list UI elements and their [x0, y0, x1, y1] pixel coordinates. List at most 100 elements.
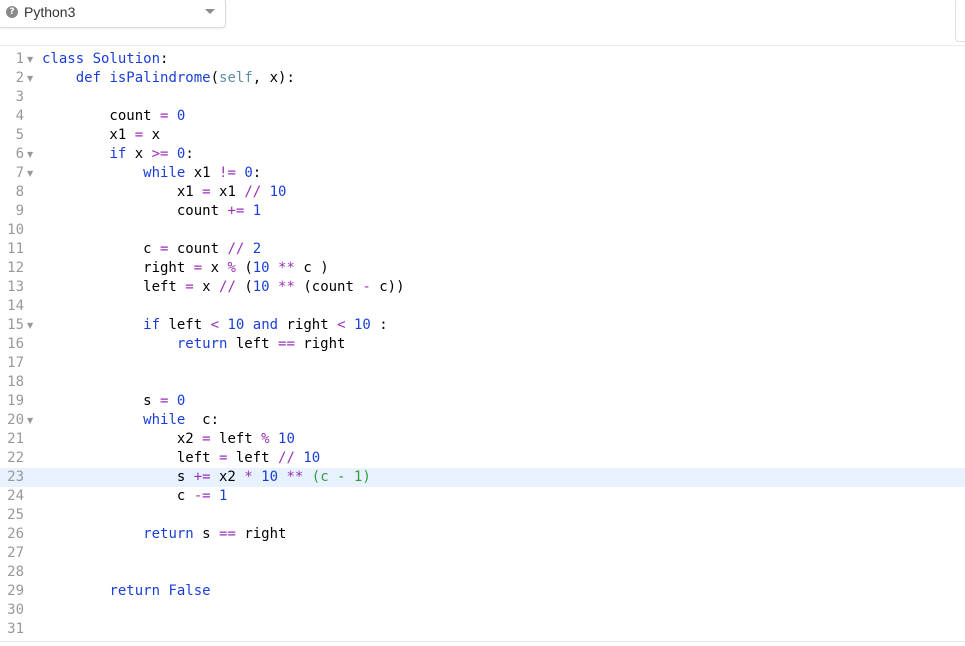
question-circle-icon: ?: [6, 6, 18, 18]
code-token: False: [168, 583, 211, 599]
code-line[interactable]: 19 s = 0: [0, 392, 965, 411]
code-line[interactable]: 31: [0, 620, 965, 639]
code-line[interactable]: 11 c = count // 2: [0, 240, 965, 259]
code-token: 10: [303, 450, 321, 466]
code-token: x1: [210, 184, 245, 200]
code-line[interactable]: 3: [0, 88, 965, 107]
code-text: count += 1: [42, 202, 261, 221]
line-number: 11: [7, 241, 24, 257]
line-number: 8: [15, 184, 24, 200]
code-text: count = 0: [42, 107, 185, 126]
code-token: x: [202, 260, 228, 276]
code-text: x2 = left % 10: [42, 430, 295, 449]
code-line[interactable]: 21 x2 = left % 10: [0, 430, 965, 449]
language-select[interactable]: ? Python3: [0, 0, 226, 28]
code-line[interactable]: 9 count += 1: [0, 202, 965, 221]
code-text: def isPalindrome(self, x):: [42, 69, 295, 88]
fold-toggle-icon[interactable]: ▼: [27, 411, 33, 430]
line-number: 26: [7, 526, 24, 542]
fold-toggle-icon[interactable]: ▼: [27, 50, 33, 69]
code-line[interactable]: 18: [0, 373, 965, 392]
fold-toggle-icon[interactable]: ▼: [27, 69, 33, 88]
fold-toggle-icon[interactable]: ▼: [27, 164, 33, 183]
code-line[interactable]: 8 x1 = x1 // 10: [0, 183, 965, 202]
code-line[interactable]: 1 ▼ class Solution:: [0, 50, 965, 69]
code-token: =: [185, 279, 194, 295]
code-line[interactable]: 28: [0, 563, 965, 582]
code-text: left = left // 10: [42, 449, 320, 468]
code-token: x: [193, 279, 220, 295]
code-line[interactable]: 24 c -= 1: [0, 487, 965, 506]
code-token: (count: [294, 279, 363, 295]
code-line[interactable]: 16 return left == right: [0, 335, 965, 354]
toolbar-right-control[interactable]: [955, 0, 965, 42]
code-token: (: [210, 70, 220, 86]
code-line[interactable]: 17: [0, 354, 965, 373]
code-text: return left == right: [42, 335, 346, 354]
code-token: (: [235, 260, 253, 276]
code-token: left: [42, 450, 220, 466]
code-line[interactable]: 20 ▼ while c:: [0, 411, 965, 430]
code-token: x2: [42, 431, 203, 447]
code-token: x1: [42, 127, 135, 143]
code-token: count: [168, 241, 228, 257]
code-line[interactable]: 14: [0, 297, 965, 316]
fold-toggle-icon[interactable]: ▼: [27, 316, 33, 335]
code-line[interactable]: 27: [0, 544, 965, 563]
line-number: 23: [7, 469, 24, 485]
code-line[interactable]: 5 x1 = x: [0, 126, 965, 145]
code-token: =: [202, 184, 211, 200]
code-token: !=: [219, 165, 236, 181]
line-number: 7: [15, 165, 24, 181]
code-line[interactable]: 15 ▼ if left < 10 and right < 10 :: [0, 316, 965, 335]
code-line[interactable]: 25: [0, 506, 965, 525]
code-token: -=: [193, 488, 211, 504]
code-token: x: [143, 127, 161, 143]
code-line[interactable]: 6 ▼ if x >= 0:: [0, 145, 965, 164]
code-line[interactable]: 26 return s == right: [0, 525, 965, 544]
code-token: 10: [269, 184, 287, 200]
line-number: 15: [7, 317, 24, 333]
code-line[interactable]: 12 right = x % (10 ** c ): [0, 259, 965, 278]
code-line[interactable]: 13 left = x // (10 ** (count - c)): [0, 278, 965, 297]
code-line[interactable]: 30: [0, 601, 965, 620]
code-line[interactable]: 23 s += x2 * 10 ** (c - 1): [0, 468, 965, 487]
code-token: return: [176, 336, 228, 352]
code-token: 10: [261, 469, 279, 485]
line-number: 4: [15, 108, 24, 124]
code-token: 0: [176, 108, 186, 124]
code-editor[interactable]: 1 ▼ class Solution: 2 ▼ def isPalindrome(sel…: [0, 47, 965, 639]
editor-toolbar: ? Python3: [0, 0, 965, 44]
code-token: 0: [244, 165, 253, 181]
code-line[interactable]: 29 return False: [0, 582, 965, 601]
code-token: x: [126, 146, 152, 162]
code-token: c:: [185, 412, 220, 428]
caret-down-icon[interactable]: [205, 9, 215, 14]
code-token: >=: [151, 146, 169, 162]
line-number: 2: [15, 70, 24, 86]
code-line[interactable]: 2 ▼ def isPalindrome(self, x):: [0, 69, 965, 88]
line-number: 24: [7, 488, 24, 504]
code-token: 0: [176, 393, 186, 409]
code-token: return: [109, 583, 161, 599]
code-line[interactable]: 7 ▼ while x1 != 0:: [0, 164, 965, 183]
code-line[interactable]: 10: [0, 221, 965, 240]
code-token: right: [235, 526, 287, 542]
code-token: right: [42, 260, 194, 276]
line-number: 16: [7, 336, 24, 352]
code-line[interactable]: 22 left = left // 10: [0, 449, 965, 468]
code-token: left: [210, 431, 262, 447]
code-token: and: [252, 317, 279, 333]
fold-toggle-icon[interactable]: ▼: [27, 145, 33, 164]
code-line[interactable]: 4 count = 0: [0, 107, 965, 126]
